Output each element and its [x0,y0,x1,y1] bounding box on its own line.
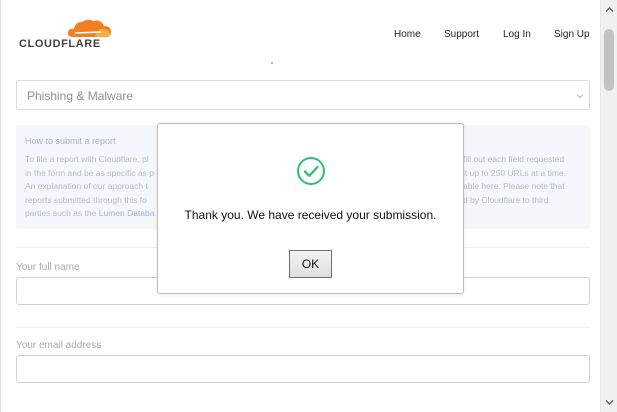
nav-signup-link[interactable]: Sign Up [554,29,590,40]
scroll-down-arrow-icon[interactable] [601,394,617,410]
chevron-down-icon [576,94,584,99]
instructions-line: fill out each field requested [463,154,565,164]
report-type-select[interactable]: Phishing & Malware [16,80,590,110]
instructions-title: How to submit a report [25,136,116,146]
instructions-text-right: fill out each field requested it up to 2… [463,153,583,207]
divider [16,327,590,328]
nav-support-link[interactable]: Support [444,29,479,40]
decorative-dot [271,62,273,64]
instructions-line: it up to 250 URLs at a time. [463,167,566,178]
instructions-line: d by Cloudflare to third [463,194,549,205]
success-check-icon [297,157,325,185]
logo-text: CLOUDFLARE [19,38,101,50]
ok-button[interactable]: OK [289,250,332,278]
full-name-label: Your full name [16,262,80,273]
lumen-database-link[interactable]: Lumen Databa [99,208,155,218]
scrollbar-thumb[interactable] [604,29,614,91]
cloud-logo-icon [67,19,111,37]
submission-dialog: Thank you. We have received your submiss… [157,123,464,294]
scroll-up-arrow-icon[interactable] [601,2,617,18]
dialog-message: Thank you. We have received your submiss… [184,208,437,222]
cloudflare-logo[interactable]: CLOUDFLARE [19,17,119,51]
instructions-text-part: parties such as the [25,208,99,218]
vertical-scrollbar[interactable] [600,0,617,412]
nav-home-link[interactable]: Home [394,29,421,40]
email-input[interactable] [16,355,590,383]
report-type-value: Phishing & Malware [27,89,134,103]
instructions-line: able here. Please note that [463,181,565,191]
email-label: Your email address [16,340,102,351]
page: CLOUDFLARE Home Support Log In Sign Up P… [0,0,600,412]
nav-login-link[interactable]: Log In [503,29,531,40]
